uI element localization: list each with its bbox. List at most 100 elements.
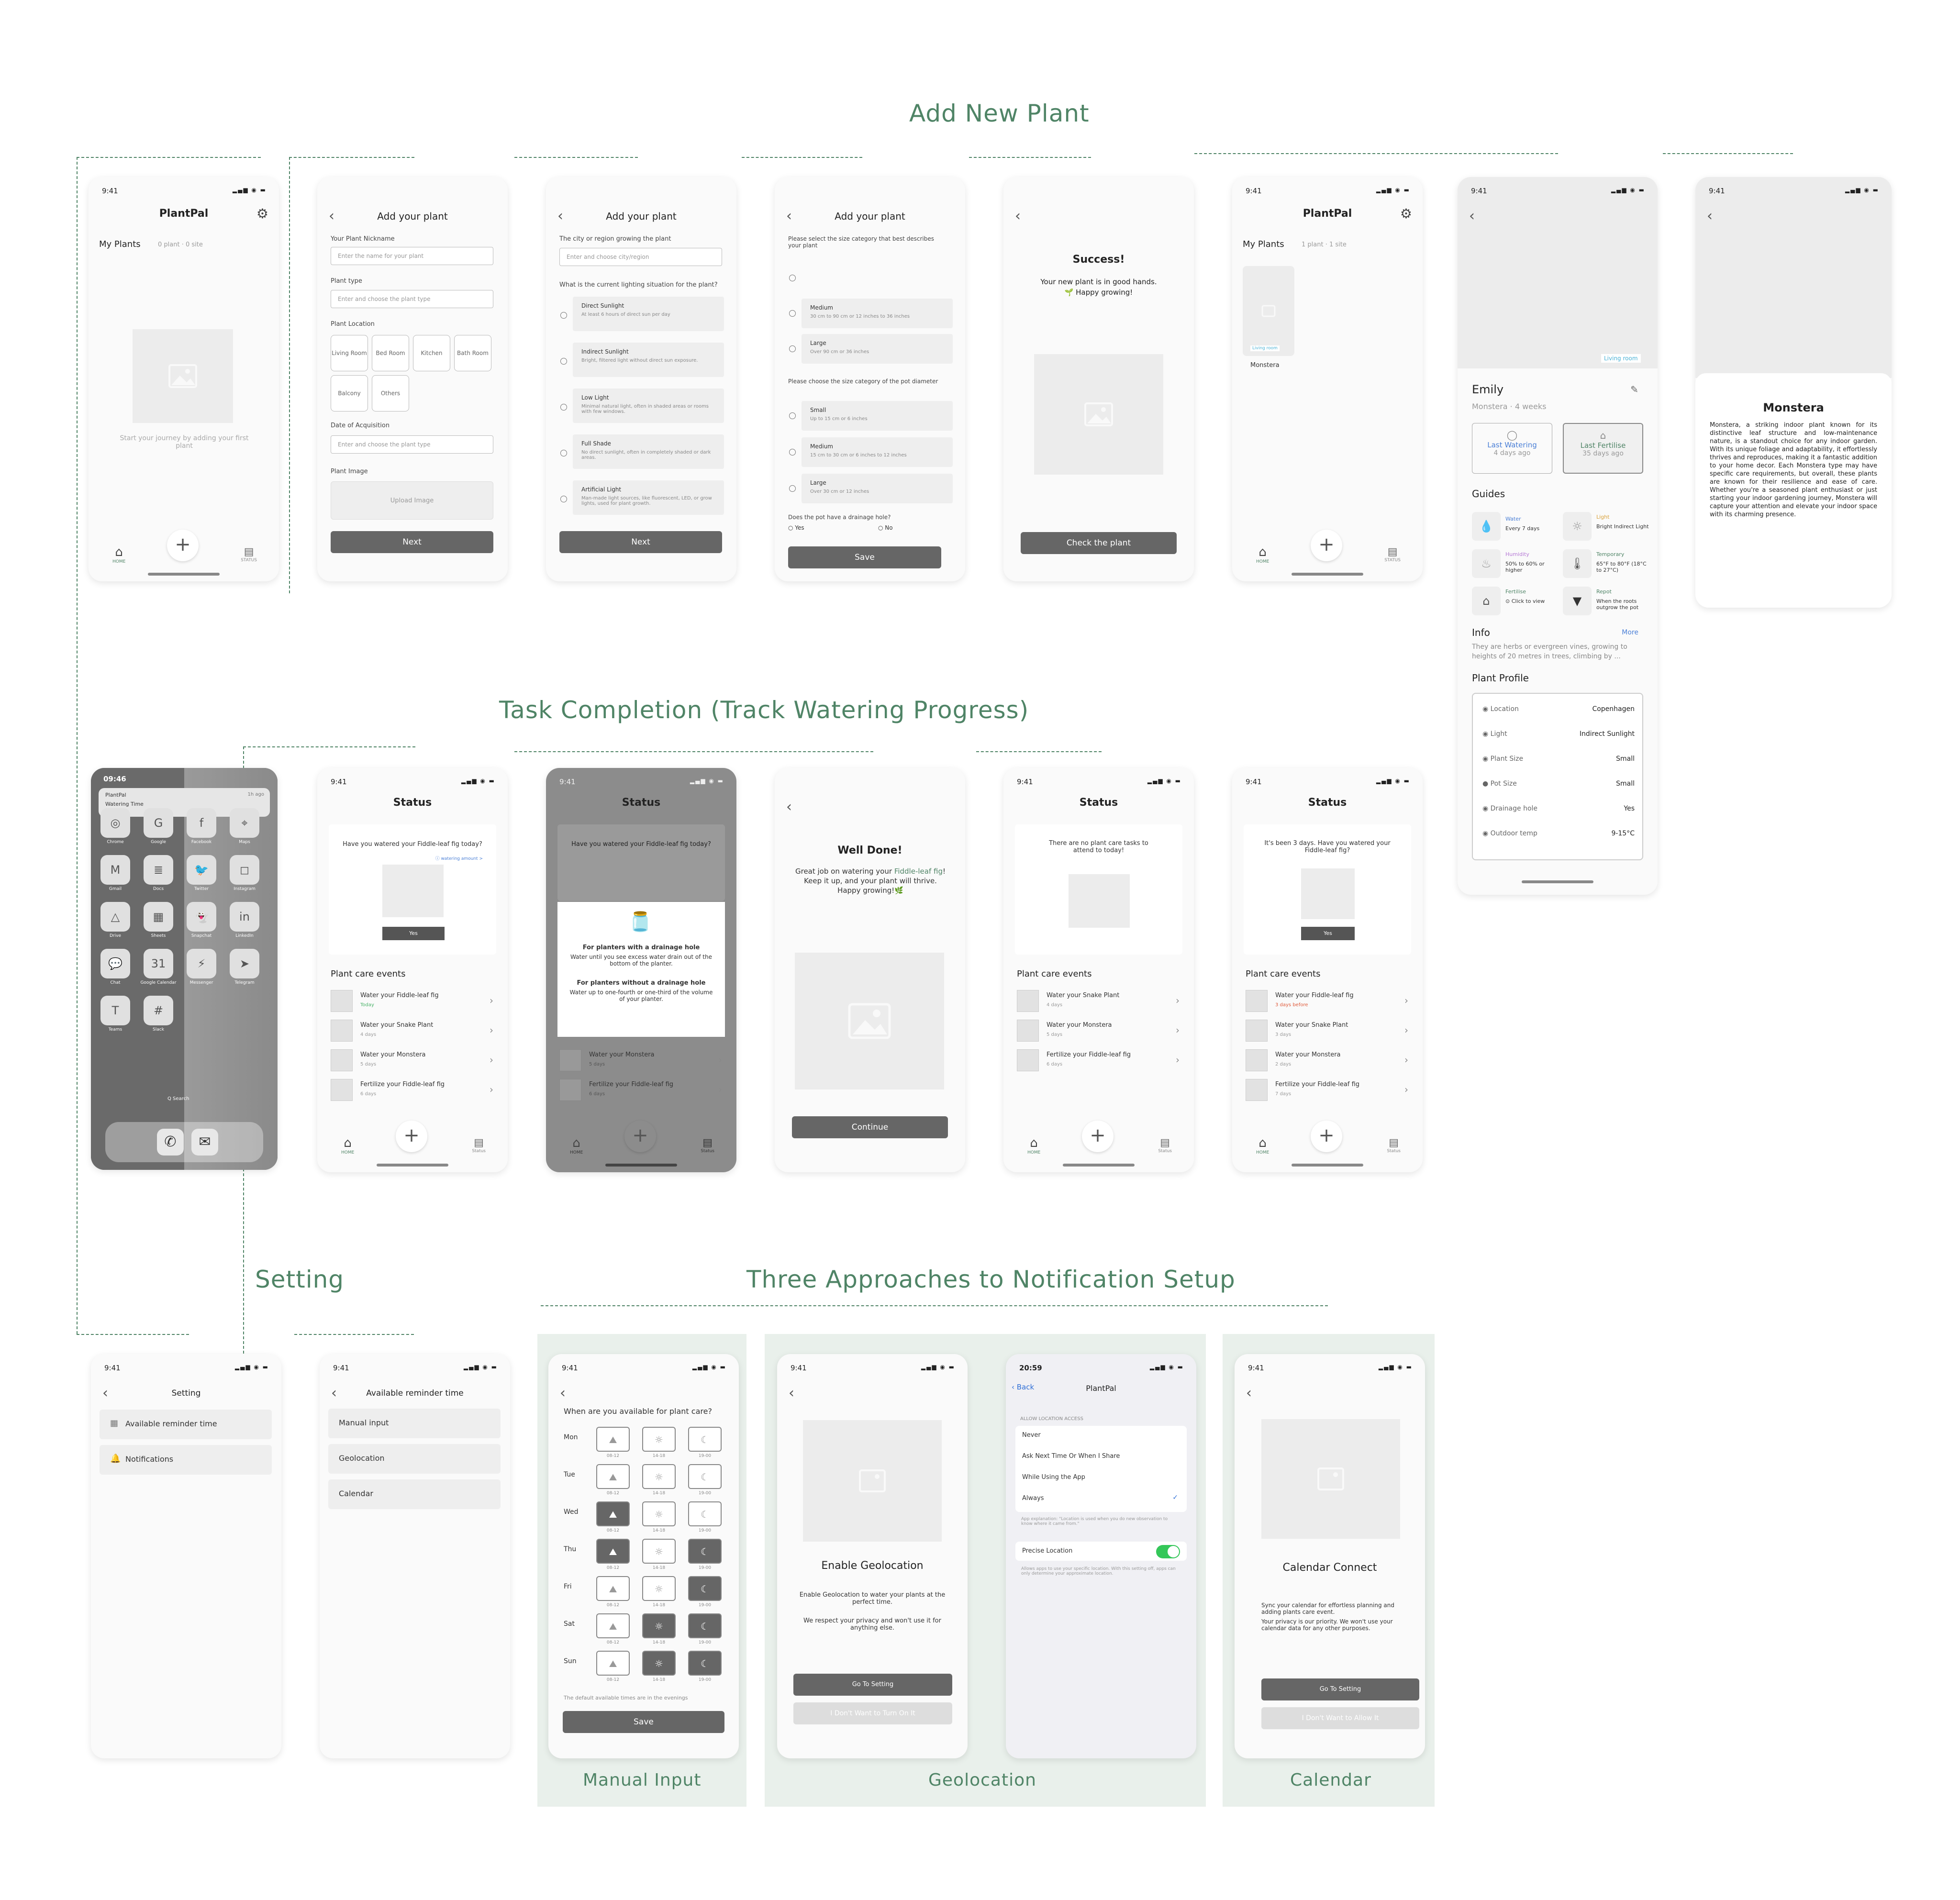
event-row[interactable]: Water your Monstera 5 days › xyxy=(559,1046,722,1074)
phone-icon[interactable]: ✆ xyxy=(157,1129,184,1156)
light-option[interactable]: Artificial Light Man-made light sources, … xyxy=(573,480,724,515)
event-row[interactable]: Fertilize your Fiddle-leaf fig 6 days › xyxy=(331,1076,493,1104)
event-row[interactable]: Fertilize your Fiddle-leaf fig 7 days › xyxy=(1246,1076,1408,1104)
tab-home[interactable]: ⌂ HOME xyxy=(1256,545,1269,564)
location-chip[interactable]: Living Room xyxy=(331,335,368,371)
light-option[interactable]: Full Shade No direct sunlight, often in c… xyxy=(573,434,724,469)
edit-icon[interactable]: ✎ xyxy=(1630,384,1638,395)
location-chip[interactable]: Balcony xyxy=(331,375,368,411)
time-slot-toggle[interactable]: ☼ xyxy=(642,1576,676,1601)
add-plant-button[interactable]: + xyxy=(1311,1121,1342,1152)
time-slot-toggle[interactable]: ☾ xyxy=(688,1501,722,1526)
tab-home[interactable]: ⌂ HOME xyxy=(112,545,125,564)
size-option[interactable]: Medium 30 cm to 90 cm or 12 inches to 36 … xyxy=(802,299,953,328)
location-option-never[interactable]: Never xyxy=(1022,1432,1041,1439)
time-slot-toggle[interactable]: ⛰ xyxy=(596,1464,630,1489)
pot-option[interactable]: Medium 15 cm to 30 cm or 6 inches to 12 i… xyxy=(802,437,953,467)
setting-reminder-row[interactable]: ▦ Available reminder time xyxy=(100,1410,272,1439)
location-option-ask[interactable]: Ask Next Time Or When I Share xyxy=(1022,1453,1120,1460)
more-link[interactable]: More xyxy=(1622,629,1638,636)
decline-button[interactable]: I Don't Want to Turn On It xyxy=(793,1702,952,1724)
location-chip[interactable]: Others xyxy=(372,375,409,411)
app-icon-gmail[interactable]: M xyxy=(100,855,130,885)
back-icon[interactable]: ‹ xyxy=(1469,208,1475,224)
last-fertilise-card[interactable]: ⌂ Last Fertilise 35 days ago xyxy=(1563,423,1643,474)
location-chip[interactable]: Bed Room xyxy=(372,335,409,371)
app-icon-telegram[interactable]: ➤ xyxy=(230,949,259,978)
time-slot-toggle[interactable]: ⛰ xyxy=(596,1651,630,1676)
event-row[interactable]: Fertilize your Fiddle-leaf fig 6 days › xyxy=(559,1076,722,1104)
light-option[interactable]: Indirect Sunlight Bright, filtered light … xyxy=(573,343,724,377)
drain-yes[interactable]: ○ Yes xyxy=(788,524,804,531)
search-pill[interactable]: Q Search xyxy=(167,1096,189,1101)
reminder-manual-row[interactable]: Manual input xyxy=(328,1409,501,1438)
app-icon-chat[interactable]: 💬 xyxy=(100,949,130,978)
event-row[interactable]: Water your Snake Plant 4 days › xyxy=(1017,987,1180,1015)
tab-home[interactable]: ⌂ HOME xyxy=(1256,1136,1269,1155)
plant-card[interactable] xyxy=(1243,266,1294,356)
tab-status[interactable]: ▤ Status xyxy=(1158,1137,1172,1154)
app-icon-slack[interactable]: # xyxy=(144,996,173,1025)
tab-home[interactable]: ⌂ HOME xyxy=(1027,1136,1040,1155)
light-option[interactable]: Direct Sunlight At least 6 hours of direc… xyxy=(573,297,724,331)
event-row[interactable]: Water your Fiddle-leaf fig 3 days before › xyxy=(1246,987,1408,1015)
time-slot-toggle[interactable]: ⛰ xyxy=(596,1501,630,1526)
nickname-input[interactable]: Enter the name for your plant xyxy=(331,247,493,265)
watering-amount-link[interactable]: ⓘ watering amount > xyxy=(435,855,483,861)
time-slot-toggle[interactable]: ☾ xyxy=(688,1464,722,1489)
yes-button[interactable]: Yes xyxy=(382,927,445,940)
decline-button[interactable]: I Don't Want to Allow It xyxy=(1261,1707,1419,1729)
gear-icon[interactable]: ⚙ xyxy=(1400,206,1412,222)
messages-icon[interactable]: ✉ xyxy=(191,1129,218,1156)
event-row[interactable]: Water your Monstera 5 days › xyxy=(331,1046,493,1074)
precise-toggle[interactable] xyxy=(1156,1545,1180,1558)
app-icon-twitter[interactable]: 🐦 xyxy=(187,855,216,885)
app-icon-teams[interactable]: T xyxy=(100,996,130,1025)
tab-status[interactable]: ▤ Status xyxy=(701,1137,714,1154)
back-icon[interactable]: ‹ xyxy=(1246,1385,1252,1401)
tab-home[interactable]: ⌂ HOME xyxy=(570,1136,583,1155)
event-row[interactable]: Water your Monstera 2 days › xyxy=(1246,1046,1408,1074)
time-slot-toggle[interactable]: ☾ xyxy=(688,1539,722,1564)
radio[interactable] xyxy=(560,358,567,365)
radio[interactable] xyxy=(560,312,567,319)
app-icon-instagram[interactable]: ◻ xyxy=(230,855,259,885)
add-plant-button[interactable]: + xyxy=(1082,1121,1114,1152)
event-row[interactable]: Water your Snake Plant 4 days › xyxy=(331,1017,493,1044)
radio[interactable] xyxy=(789,345,796,352)
app-icon-snapchat[interactable]: 👻 xyxy=(187,902,216,932)
date-input[interactable]: Enter and choose the plant type xyxy=(331,435,493,454)
event-row[interactable]: Water your Monstera 5 days › xyxy=(1017,1017,1180,1044)
app-icon-facebook[interactable]: f xyxy=(187,808,216,838)
time-slot-toggle[interactable]: ⛰ xyxy=(596,1576,630,1601)
app-icon-google-calendar[interactable]: 31 xyxy=(144,949,173,978)
tab-status[interactable]: ▤ Status xyxy=(1387,1137,1401,1154)
radio[interactable] xyxy=(789,412,796,419)
event-row[interactable]: Water your Snake Plant 3 days › xyxy=(1246,1017,1408,1044)
pot-option[interactable]: Large Over 30 cm or 12 inches xyxy=(802,474,953,503)
save-button[interactable]: Save xyxy=(563,1711,724,1733)
location-option-while-using[interactable]: While Using the App xyxy=(1022,1474,1085,1481)
time-slot-toggle[interactable]: ⛰ xyxy=(596,1613,630,1638)
location-chip[interactable]: Kitchen xyxy=(413,335,450,371)
gear-icon[interactable]: ⚙ xyxy=(256,206,268,222)
drain-no[interactable]: ○ No xyxy=(878,524,893,531)
time-slot-toggle[interactable]: ☼ xyxy=(642,1651,676,1676)
guide-fertilise-detail[interactable]: ⊙ Click to view xyxy=(1505,598,1545,604)
reminder-calendar-row[interactable]: Calendar xyxy=(328,1479,501,1509)
back-icon[interactable]: ‹ xyxy=(560,1385,566,1401)
radio[interactable] xyxy=(789,485,796,492)
back-icon[interactable]: ‹ xyxy=(786,799,792,815)
add-plant-button[interactable]: + xyxy=(624,1121,656,1152)
go-to-setting-button[interactable]: Go To Setting xyxy=(1261,1678,1419,1700)
go-to-setting-button[interactable]: Go To Setting xyxy=(793,1674,952,1696)
setting-notifications-row[interactable]: 🔔 Notifications xyxy=(100,1445,272,1475)
radio[interactable] xyxy=(789,449,796,456)
app-icon-google[interactable]: G xyxy=(144,808,173,838)
time-slot-toggle[interactable]: ☾ xyxy=(688,1576,722,1601)
time-slot-toggle[interactable]: ⛰ xyxy=(596,1539,630,1564)
next-button[interactable]: Next xyxy=(559,531,722,553)
reminder-geolocation-row[interactable]: Geolocation xyxy=(328,1444,501,1474)
tab-status[interactable]: ▤ STATUS xyxy=(241,546,257,563)
time-slot-toggle[interactable]: ☾ xyxy=(688,1427,722,1452)
